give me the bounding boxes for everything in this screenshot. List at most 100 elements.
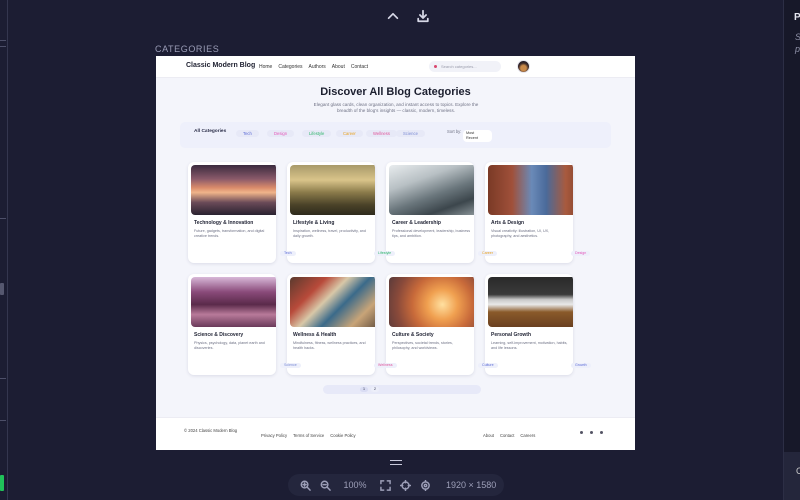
edge-tick: [0, 420, 6, 421]
edge-tick: [0, 378, 6, 379]
side-panel-footer-label: C: [796, 466, 800, 476]
card-description: Learning, self-improvement, motivation, …: [491, 341, 568, 350]
card-tag[interactable]: Growth: [571, 363, 591, 368]
nav-link-about[interactable]: About: [332, 64, 345, 70]
side-panel-footer[interactable]: C: [784, 452, 800, 500]
filter-chip-tech[interactable]: Tech: [236, 130, 259, 137]
download-icon: [417, 9, 429, 23]
filter-chip-science[interactable]: Science: [396, 130, 425, 137]
footer-link-about[interactable]: About: [483, 433, 494, 438]
pagination: 1 2: [323, 385, 481, 394]
card-title: Wellness & Health: [293, 332, 337, 338]
edge-tick: [0, 40, 6, 41]
card-tag[interactable]: Lifestyle: [374, 251, 396, 256]
nav-link-home[interactable]: Home: [259, 64, 272, 70]
footer-link-cookies[interactable]: Cookie Policy: [330, 433, 355, 438]
card-image: [191, 277, 276, 327]
filter-chip-design[interactable]: Design: [267, 130, 295, 137]
site-footer: © 2024 Classic Modern Blog Privacy Polic…: [156, 417, 635, 450]
chevron-up-icon: [387, 12, 399, 20]
filter-all-categories[interactable]: All Categories: [194, 129, 226, 134]
filter-chip-lifestyle[interactable]: Lifestyle: [302, 130, 332, 137]
category-card-science[interactable]: Science & Discovery Physics, psychology,…: [188, 274, 276, 375]
fit-screen-icon: [379, 479, 391, 491]
category-card-culture[interactable]: Culture & Society Perspectives, societal…: [386, 274, 474, 375]
category-filter-bar: All Categories Tech Design Lifestyle Car…: [180, 122, 611, 148]
card-description: Professional development, leadership, bu…: [392, 229, 471, 238]
side-panel-subtitle-line: S: [795, 31, 800, 43]
crosshair-icon: [399, 479, 411, 491]
side-panel: P S p C: [783, 0, 800, 500]
nav-links: Home Categories Authors About Contact: [259, 64, 368, 70]
collapse-button[interactable]: [385, 8, 401, 24]
footer-link-careers[interactable]: Careers: [520, 433, 535, 438]
side-panel-title: P: [794, 12, 800, 23]
nav-link-contact[interactable]: Contact: [351, 64, 368, 70]
left-edge-panel: [0, 0, 8, 500]
card-tag[interactable]: Science: [280, 363, 301, 368]
card-image: [488, 165, 573, 215]
card-title: Technology & Innovation: [194, 220, 254, 226]
locate-button[interactable]: [418, 478, 432, 492]
footer-link-privacy[interactable]: Privacy Policy: [261, 433, 287, 438]
card-title: Personal Growth: [491, 332, 532, 338]
card-tag[interactable]: Tech: [280, 251, 296, 256]
category-card-career[interactable]: Career & Leadership Professional develop…: [386, 162, 474, 263]
site-navbar: Classic Modern Blog Home Categories Auth…: [156, 56, 635, 78]
footer-legal-links: Privacy Policy Terms of Service Cookie P…: [261, 433, 356, 438]
card-tag[interactable]: Wellness: [374, 363, 397, 368]
status-indicator: [0, 475, 4, 491]
footer-link-terms[interactable]: Terms of Service: [293, 433, 324, 438]
page-subtitle: Elegant glass cards, clean organization,…: [313, 102, 479, 114]
target-icon: [420, 479, 430, 491]
filter-chip-career[interactable]: Career: [336, 130, 363, 137]
site-brand[interactable]: Classic Modern Blog: [186, 62, 255, 69]
card-image: [290, 277, 375, 327]
category-card-arts[interactable]: Arts & Design Visual creativity: illustr…: [485, 162, 573, 263]
card-title: Career & Leadership: [392, 220, 441, 226]
card-image: [389, 165, 474, 215]
zoom-out-button[interactable]: [318, 478, 332, 492]
social-icon[interactable]: [590, 431, 593, 434]
category-card-growth[interactable]: Personal Growth Learning, self-improveme…: [485, 274, 573, 375]
card-image: [488, 277, 573, 327]
filter-chip-wellness[interactable]: Wellness: [366, 130, 397, 137]
download-button[interactable]: [415, 8, 431, 24]
canvas-dimensions: 1920 × 1580: [446, 480, 497, 490]
side-panel-subtitle: S p: [795, 31, 800, 55]
nav-link-categories[interactable]: Categories: [278, 64, 302, 70]
sort-select[interactable]: Most Recent: [463, 130, 492, 142]
card-description: Perspectives, societal trends, stories, …: [392, 341, 453, 350]
social-icon[interactable]: [580, 431, 583, 434]
avatar[interactable]: [517, 60, 530, 73]
page-preview: Classic Modern Blog Home Categories Auth…: [156, 56, 635, 450]
card-image: [290, 165, 375, 215]
page-button-1[interactable]: 1: [360, 387, 368, 392]
page-button-2[interactable]: 2: [371, 387, 379, 392]
footer-copyright: © 2024 Classic Modern Blog: [184, 428, 238, 433]
category-card-lifestyle[interactable]: Lifestyle & Living Inspiration, wellness…: [287, 162, 375, 263]
category-card-wellness[interactable]: Wellness & Health Mindfulness, fitness, …: [287, 274, 375, 375]
card-tag[interactable]: Culture: [478, 363, 498, 368]
resize-handle-icon[interactable]: [390, 460, 402, 465]
footer-link-contact[interactable]: Contact: [500, 433, 514, 438]
search-box[interactable]: [429, 61, 501, 72]
crosshair-button[interactable]: [398, 478, 412, 492]
sort-label: Sort by:: [447, 129, 462, 134]
card-tag[interactable]: Career: [478, 251, 497, 256]
fit-screen-button[interactable]: [378, 478, 392, 492]
zoom-level: 100%: [343, 480, 367, 490]
section-label: CATEGORIES: [155, 44, 220, 54]
zoom-in-button[interactable]: [298, 478, 312, 492]
card-tag[interactable]: Design: [571, 251, 591, 256]
category-card-technology[interactable]: Technology & Innovation Future, gadgets,…: [188, 162, 276, 263]
nav-link-authors[interactable]: Authors: [309, 64, 326, 70]
card-image: [191, 165, 276, 215]
edge-tick: [0, 46, 6, 47]
search-input[interactable]: [441, 62, 499, 71]
edge-tick: [0, 218, 6, 219]
social-icon[interactable]: [600, 431, 603, 434]
card-title: Culture & Society: [392, 332, 434, 338]
scroll-grip[interactable]: [0, 283, 4, 295]
preview-actions: [385, 8, 431, 24]
